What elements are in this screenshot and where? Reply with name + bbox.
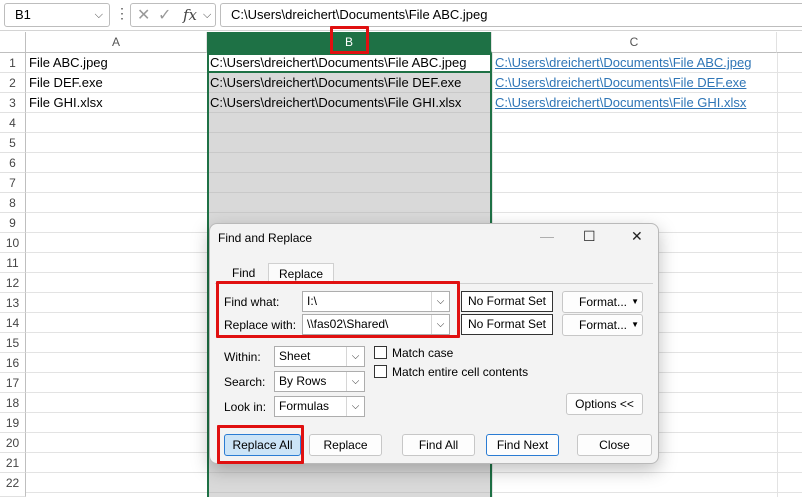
look-in-label: Look in:: [224, 400, 267, 414]
chevron-down-icon[interactable]: ⌵: [346, 397, 364, 416]
cell-c2-hyperlink[interactable]: C:\Users\dreichert\Documents\File DEF.ex…: [495, 73, 777, 93]
row-header[interactable]: 14: [0, 313, 26, 333]
row-header[interactable]: 1: [0, 53, 26, 73]
row-header[interactable]: 5: [0, 133, 26, 153]
cell-b3[interactable]: C:\Users\dreichert\Documents\File GHI.xl…: [210, 93, 492, 113]
row-header[interactable]: 4: [0, 113, 26, 133]
match-entire-checkbox[interactable]: [374, 365, 387, 378]
dialog-title: Find and Replace: [218, 231, 313, 245]
row-header[interactable]: 18: [0, 393, 26, 413]
caret-down-icon: ▼: [631, 297, 639, 306]
highlight-column-b: [330, 26, 369, 54]
close-button[interactable]: Close: [577, 434, 652, 456]
maximize-icon[interactable]: ☐: [583, 228, 596, 245]
options-button[interactable]: Options <<: [566, 393, 643, 415]
cancel-icon[interactable]: ✕: [137, 5, 150, 25]
close-icon[interactable]: ✕: [631, 228, 643, 245]
column-header-c[interactable]: C: [492, 32, 777, 53]
within-label: Within:: [224, 350, 261, 364]
within-value: Sheet: [279, 349, 311, 363]
row-header[interactable]: 7: [0, 173, 26, 193]
find-format-preview: No Format Set: [461, 291, 553, 312]
gridline: [777, 53, 778, 497]
match-case-checkbox[interactable]: [374, 346, 387, 359]
row-header[interactable]: 11: [0, 253, 26, 273]
more-options-icon[interactable]: ⋮: [115, 5, 129, 22]
enter-icon[interactable]: ✓: [158, 5, 171, 25]
select-all-corner[interactable]: [0, 32, 26, 53]
highlight-find-replace-fields: [216, 281, 460, 338]
formula-input[interactable]: C:\Users\dreichert\Documents\File ABC.jp…: [220, 3, 802, 27]
column-header-a[interactable]: A: [26, 32, 207, 53]
cell-c3-hyperlink[interactable]: C:\Users\dreichert\Documents\File GHI.xl…: [495, 93, 777, 113]
row-header[interactable]: 20: [0, 433, 26, 453]
insert-function-icon[interactable]: fx: [183, 6, 197, 24]
column-header-d[interactable]: [777, 32, 802, 53]
cell-a2[interactable]: File DEF.exe: [29, 73, 205, 93]
find-format-label: Format...: [579, 295, 628, 309]
row-header[interactable]: 21: [0, 453, 26, 473]
tab-replace-label: Replace: [279, 267, 324, 281]
replace-format-button[interactable]: Format... ▼: [562, 314, 643, 336]
match-case-label: Match case: [392, 346, 454, 360]
replace-button[interactable]: Replace: [309, 434, 382, 456]
highlight-replace-all: [217, 425, 304, 464]
row-header[interactable]: 15: [0, 333, 26, 353]
chevron-down-icon[interactable]: ⌵: [95, 4, 103, 26]
cell-a3[interactable]: File GHI.xlsx: [29, 93, 205, 113]
minimize-icon: —: [540, 228, 554, 244]
row-header[interactable]: 9: [0, 213, 26, 233]
row-header[interactable]: 16: [0, 353, 26, 373]
cell-b1[interactable]: C:\Users\dreichert\Documents\File ABC.jp…: [210, 53, 492, 73]
row-header[interactable]: 6: [0, 153, 26, 173]
row-header[interactable]: 2: [0, 73, 26, 93]
find-format-button[interactable]: Format... ▼: [562, 291, 643, 313]
replace-format-preview: No Format Set: [461, 314, 553, 335]
search-select[interactable]: By Rows ⌵: [274, 371, 365, 392]
row-header[interactable]: 3: [0, 93, 26, 113]
name-box[interactable]: B1 ⌵: [4, 3, 110, 27]
replace-format-label: Format...: [579, 318, 628, 332]
row-header[interactable]: 12: [0, 273, 26, 293]
chevron-down-icon[interactable]: ⌵: [346, 347, 364, 366]
formula-bar: B1 ⌵ ⋮ ✕ ✓ fx ⌵ C:\Users\dreichert\Docum…: [0, 0, 802, 31]
look-in-value: Formulas: [279, 399, 330, 413]
row-header[interactable]: 13: [0, 293, 26, 313]
row-header[interactable]: 19: [0, 413, 26, 433]
row-header[interactable]: 17: [0, 373, 26, 393]
search-value: By Rows: [279, 374, 327, 388]
find-next-button[interactable]: Find Next: [486, 434, 559, 456]
chevron-down-icon[interactable]: ⌵: [346, 372, 364, 391]
find-all-button[interactable]: Find All: [402, 434, 475, 456]
formula-buttons: ✕ ✓ fx ⌵: [130, 3, 216, 27]
cell-c1-hyperlink[interactable]: C:\Users\dreichert\Documents\File ABC.jp…: [495, 53, 777, 73]
search-label: Search:: [224, 375, 266, 389]
look-in-select[interactable]: Formulas ⌵: [274, 396, 365, 417]
row-header[interactable]: 10: [0, 233, 26, 253]
cell-b2[interactable]: C:\Users\dreichert\Documents\File DEF.ex…: [210, 73, 492, 93]
within-select[interactable]: Sheet ⌵: [274, 346, 365, 367]
chevron-down-icon[interactable]: ⌵: [203, 9, 211, 22]
row-header[interactable]: 8: [0, 193, 26, 213]
tab-find-label: Find: [232, 266, 256, 280]
match-entire-label: Match entire cell contents: [392, 365, 529, 379]
name-box-value: B1: [15, 7, 31, 22]
cell-a1[interactable]: File ABC.jpeg: [29, 53, 205, 73]
caret-down-icon: ▼: [631, 320, 639, 329]
row-header[interactable]: 22: [0, 473, 26, 497]
